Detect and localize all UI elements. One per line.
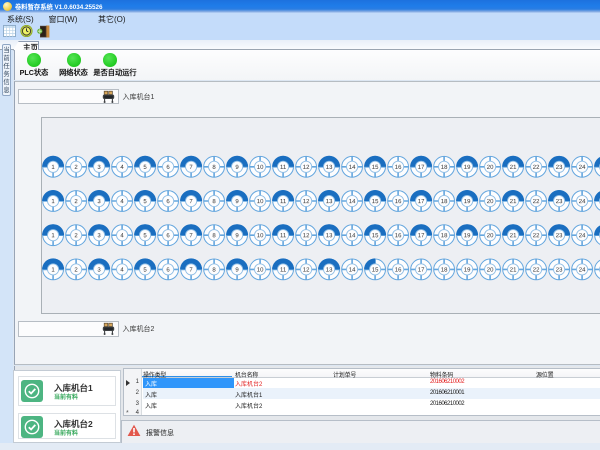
svg-text:21: 21 [509, 164, 516, 170]
svg-text:15: 15 [371, 233, 378, 239]
svg-text:15: 15 [371, 267, 378, 273]
svg-text:16: 16 [394, 267, 401, 273]
svg-text:10: 10 [256, 233, 263, 239]
svg-text:13: 13 [325, 267, 332, 273]
svg-text:15: 15 [371, 199, 378, 205]
svg-text:18: 18 [440, 233, 447, 239]
svg-text:10: 10 [256, 199, 263, 205]
svg-text:24: 24 [578, 233, 585, 239]
svg-text:22: 22 [532, 233, 539, 239]
svg-text:14: 14 [348, 267, 355, 273]
svg-text:20: 20 [486, 267, 493, 273]
svg-text:13: 13 [325, 233, 332, 239]
svg-text:17: 17 [417, 164, 424, 170]
svg-text:24: 24 [578, 164, 585, 170]
svg-text:11: 11 [279, 267, 286, 273]
svg-text:23: 23 [555, 164, 562, 170]
svg-text:19: 19 [463, 233, 470, 239]
svg-text:22: 22 [532, 164, 539, 170]
svg-text:23: 23 [555, 267, 562, 273]
svg-text:18: 18 [440, 267, 447, 273]
svg-text:21: 21 [509, 267, 516, 273]
svg-text:18: 18 [440, 164, 447, 170]
svg-text:12: 12 [302, 233, 309, 239]
svg-text:24: 24 [578, 267, 585, 273]
svg-text:16: 16 [394, 164, 401, 170]
svg-text:10: 10 [256, 267, 263, 273]
svg-text:23: 23 [555, 233, 562, 239]
svg-text:16: 16 [394, 233, 401, 239]
svg-text:16: 16 [394, 199, 401, 205]
svg-text:20: 20 [486, 199, 493, 205]
svg-text:14: 14 [348, 164, 355, 170]
svg-text:17: 17 [417, 199, 424, 205]
svg-text:19: 19 [463, 267, 470, 273]
svg-text:19: 19 [463, 199, 470, 205]
svg-text:14: 14 [348, 233, 355, 239]
svg-text:11: 11 [279, 199, 286, 205]
svg-text:18: 18 [440, 199, 447, 205]
svg-text:12: 12 [302, 164, 309, 170]
svg-text:12: 12 [302, 199, 309, 205]
svg-text:10: 10 [256, 164, 263, 170]
svg-text:22: 22 [532, 267, 539, 273]
svg-text:11: 11 [279, 233, 286, 239]
svg-text:20: 20 [486, 164, 493, 170]
svg-text:13: 13 [325, 164, 332, 170]
svg-text:23: 23 [555, 199, 562, 205]
svg-text:17: 17 [417, 233, 424, 239]
svg-text:20: 20 [486, 233, 493, 239]
svg-text:22: 22 [532, 199, 539, 205]
svg-text:13: 13 [325, 199, 332, 205]
svg-text:12: 12 [302, 267, 309, 273]
svg-text:21: 21 [509, 233, 516, 239]
svg-text:11: 11 [279, 164, 286, 170]
svg-text:14: 14 [348, 199, 355, 205]
svg-text:19: 19 [463, 164, 470, 170]
svg-text:24: 24 [578, 199, 585, 205]
svg-text:17: 17 [417, 267, 424, 273]
svg-text:15: 15 [371, 164, 378, 170]
svg-text:21: 21 [509, 199, 516, 205]
